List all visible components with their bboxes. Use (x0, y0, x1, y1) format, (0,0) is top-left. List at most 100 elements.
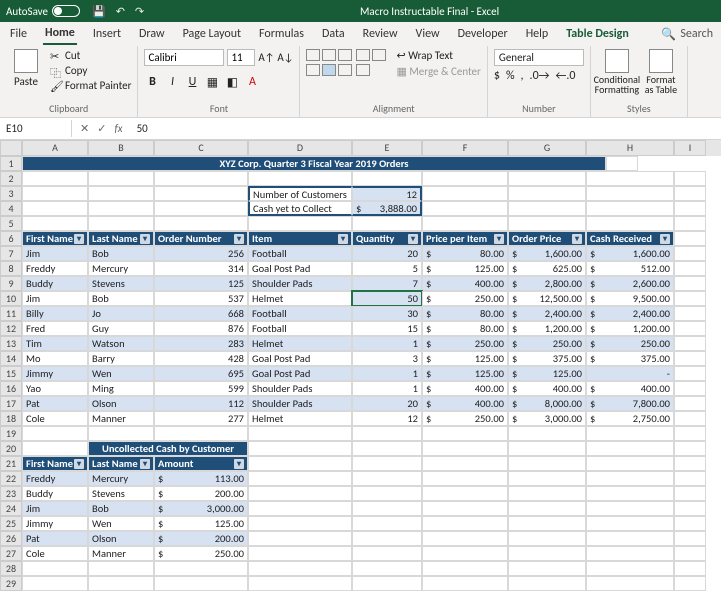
cell[interactable] (154, 576, 248, 591)
cell[interactable]: Pat (22, 531, 88, 546)
cell[interactable]: Item▾ (248, 231, 352, 246)
cell[interactable] (352, 576, 422, 591)
cell[interactable]: $200.00 (154, 486, 248, 501)
align-right[interactable] (338, 64, 352, 76)
cell[interactable] (422, 201, 508, 216)
tab-file[interactable]: File (8, 24, 29, 44)
cell[interactable]: Jimmy (22, 366, 88, 381)
cell[interactable] (586, 471, 674, 486)
name-box[interactable]: E10 (0, 120, 72, 137)
cell[interactable] (352, 531, 422, 546)
cell[interactable] (88, 201, 154, 216)
cell[interactable] (674, 336, 706, 351)
cell[interactable] (586, 546, 674, 561)
cell[interactable] (352, 426, 422, 441)
cell[interactable]: $250.00 (422, 336, 508, 351)
cell[interactable] (508, 546, 586, 561)
cell[interactable] (508, 576, 586, 591)
cell[interactable] (674, 306, 706, 321)
cell[interactable] (508, 501, 586, 516)
cell[interactable]: Tim (22, 336, 88, 351)
cell[interactable] (674, 321, 706, 336)
cell[interactable] (154, 426, 248, 441)
row-header[interactable]: 7 (0, 246, 22, 261)
col-header[interactable]: E (352, 140, 422, 156)
align-left[interactable] (306, 64, 320, 76)
cell[interactable]: Manner (88, 546, 154, 561)
cell[interactable] (22, 561, 88, 576)
cell[interactable]: $400.00 (422, 276, 508, 291)
cell[interactable] (422, 426, 508, 441)
cell[interactable]: Cash Received▾ (586, 231, 674, 246)
cell[interactable] (248, 531, 352, 546)
cell[interactable] (352, 561, 422, 576)
cell[interactable] (674, 516, 706, 531)
filter-dropdown-icon[interactable]: ▾ (660, 234, 670, 244)
cell[interactable] (674, 561, 706, 576)
cell[interactable] (22, 216, 88, 231)
cell[interactable] (248, 426, 352, 441)
cell[interactable]: Mo (22, 351, 88, 366)
row-header[interactable]: 1 (0, 156, 22, 171)
cell[interactable] (586, 576, 674, 591)
cell[interactable]: $3,888.00 (352, 201, 422, 216)
cell[interactable] (586, 186, 674, 201)
align-top[interactable] (306, 49, 320, 61)
col-header[interactable]: H (586, 140, 674, 156)
cell[interactable]: $250.00 (508, 336, 586, 351)
cell[interactable] (88, 576, 154, 591)
font-size-select[interactable] (227, 49, 255, 66)
row-header[interactable]: 29 (0, 576, 22, 591)
cell[interactable]: Jo (88, 306, 154, 321)
cell[interactable] (586, 201, 674, 216)
cell[interactable]: First Name▾ (22, 456, 88, 471)
cell[interactable]: 876 (154, 321, 248, 336)
cell[interactable] (508, 561, 586, 576)
cell[interactable] (88, 426, 154, 441)
cell[interactable] (674, 456, 706, 471)
number-format-select[interactable]: General (494, 49, 584, 66)
cell[interactable]: Watson (88, 336, 154, 351)
cell[interactable]: $200.00 (154, 531, 248, 546)
cell[interactable] (674, 171, 706, 186)
cell[interactable]: Buddy (22, 276, 88, 291)
cell[interactable] (248, 171, 352, 186)
cell[interactable] (22, 201, 88, 216)
search-box[interactable]: 🔍 Search (661, 27, 713, 42)
cell[interactable] (508, 441, 586, 456)
cell[interactable]: Pat (22, 396, 88, 411)
cell[interactable] (248, 516, 352, 531)
row-header[interactable]: 4 (0, 201, 22, 216)
wrap-text-button[interactable]: ↩ Wrap Text (396, 49, 480, 62)
cell[interactable] (674, 531, 706, 546)
row-header[interactable]: 10 (0, 291, 22, 306)
cell[interactable]: $2,400.00 (508, 306, 586, 321)
cell[interactable]: $1,600.00 (508, 246, 586, 261)
row-header[interactable]: 15 (0, 366, 22, 381)
cell[interactable] (586, 426, 674, 441)
bold-button[interactable]: B (144, 74, 160, 90)
tab-formulas[interactable]: Formulas (257, 24, 306, 44)
cell[interactable]: 277 (154, 411, 248, 426)
cell[interactable]: Barry (88, 351, 154, 366)
cell[interactable]: Olson (88, 396, 154, 411)
row-header[interactable]: 2 (0, 171, 22, 186)
cell[interactable]: Mercury (88, 261, 154, 276)
cell[interactable]: Cole (22, 546, 88, 561)
cell[interactable]: Amount▾ (154, 456, 248, 471)
cell[interactable]: Last Name▾ (88, 456, 154, 471)
cell[interactable]: First Name▾ (22, 231, 88, 246)
conditional-formatting-button[interactable]: Conditional Formatting (597, 49, 637, 95)
cell[interactable]: 537 (154, 291, 248, 306)
cell[interactable] (88, 216, 154, 231)
cell[interactable] (22, 171, 88, 186)
cell[interactable] (586, 216, 674, 231)
formula-input[interactable]: 50 (131, 120, 721, 137)
cell[interactable]: Jim (22, 291, 88, 306)
increase-decimal[interactable]: .0→ (530, 69, 550, 83)
cell[interactable]: Shoulder Pads (248, 396, 352, 411)
format-as-table-button[interactable]: Format as Table (641, 49, 681, 95)
cell[interactable] (508, 456, 586, 471)
cell[interactable]: $8,000.00 (508, 396, 586, 411)
cell[interactable]: Order Number▾ (154, 231, 248, 246)
